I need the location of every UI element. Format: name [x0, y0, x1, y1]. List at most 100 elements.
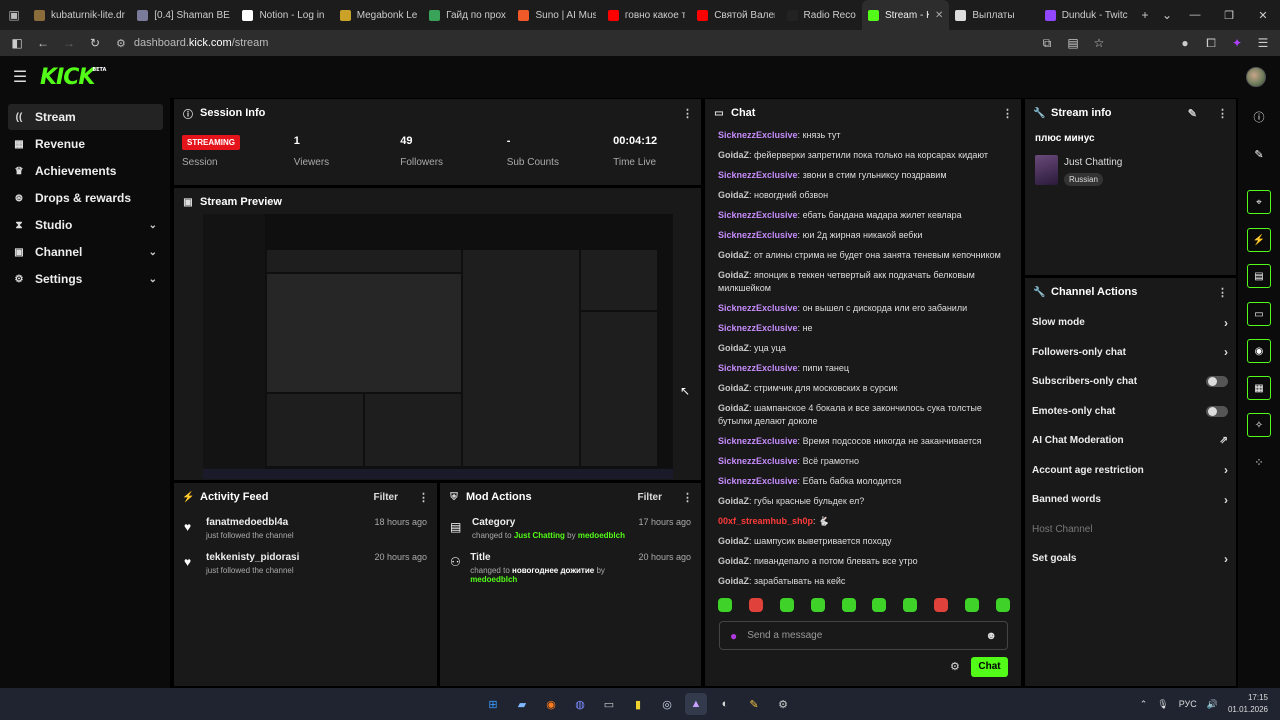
sidebar-item-achievements[interactable]: ♛ Achievements — [8, 158, 163, 184]
kick-logo[interactable]: KICK BETA — [40, 65, 106, 90]
filter-button[interactable]: Filter — [374, 492, 398, 503]
chat-username[interactable]: 00xf_streamhub_sh0p — [718, 516, 813, 526]
discord-icon[interactable]: ◍ — [569, 693, 591, 715]
apps-icon[interactable]: ⁘ — [1247, 450, 1271, 474]
emote-icon[interactable] — [934, 598, 949, 612]
browser-tab[interactable]: Radio Record — [781, 0, 862, 30]
follower-name[interactable]: fanatmedoedbl4a — [206, 517, 294, 528]
edit-pencil-icon[interactable]: ✎ — [1188, 107, 1197, 120]
vpn-icon[interactable]: ● — [1174, 36, 1196, 51]
toggle-switch[interactable] — [1206, 405, 1228, 417]
input-language[interactable]: РУС — [1179, 699, 1197, 709]
chat-username[interactable]: GoidaZ — [718, 576, 749, 586]
screenshot-icon[interactable]: ⧉ — [1036, 36, 1058, 51]
emote-icon[interactable] — [718, 598, 732, 612]
emote-icon[interactable] — [965, 598, 979, 612]
extensions-icon[interactable]: ⧠ — [1200, 36, 1222, 51]
chat-username[interactable]: SicknezzExclusive — [718, 230, 798, 240]
steam-icon[interactable]: ◎ — [656, 693, 678, 715]
notepad-icon[interactable]: ✎ — [743, 693, 765, 715]
emote-icon[interactable] — [748, 598, 763, 612]
browser-tab[interactable]: Stream - K ✕ — [861, 0, 950, 30]
chat-message-list[interactable]: SicknezzExclusive: князь тут GoidaZ: фейе… — [714, 126, 1014, 592]
browser-menu-icon[interactable]: ☰ — [1252, 36, 1274, 51]
chat-username[interactable]: SicknezzExclusive — [718, 456, 798, 466]
category-name[interactable]: Just Chatting — [1064, 157, 1122, 168]
chat-username[interactable]: GoidaZ — [718, 270, 749, 280]
reader-icon[interactable]: ▤ — [1062, 36, 1084, 51]
browser-tab[interactable]: Notion - Log in — [236, 0, 333, 30]
browser-tab[interactable]: Suno | AI Music — [512, 0, 601, 30]
chat-username[interactable]: GoidaZ — [718, 556, 749, 566]
back-button[interactable]: ← — [32, 32, 54, 54]
toggle-switch[interactable] — [1206, 376, 1228, 388]
chat-username[interactable]: GoidaZ — [718, 250, 749, 260]
emote-icon[interactable] — [841, 598, 856, 612]
more-options-icon[interactable]: ⋮ — [418, 491, 429, 504]
restore-button[interactable]: ❐ — [1212, 9, 1246, 22]
more-options-icon[interactable]: ⋮ — [1002, 107, 1013, 120]
obs-icon[interactable]: ◐ — [714, 693, 736, 715]
microphone-icon[interactable]: 🎙 — [1157, 699, 1168, 710]
channel-action-emotes-only-chat[interactable]: Emotes-only chat — [1025, 397, 1236, 427]
send-chat-button[interactable]: Chat — [971, 657, 1008, 677]
browser-tab[interactable]: Выплаты — [949, 0, 1038, 30]
scan-icon[interactable]: ⌖ — [1247, 190, 1271, 214]
follower-name[interactable]: tekkenisty_pidorasi — [206, 552, 299, 563]
browser-tab[interactable]: говно какое то н — [602, 0, 691, 30]
chat-username[interactable]: GoidaZ — [718, 403, 749, 413]
browser-tab[interactable]: Megabonk Leade — [334, 0, 423, 30]
channel-action-ai-chat-moderation[interactable]: AI Chat Moderation ⇗ — [1025, 426, 1236, 456]
new-tab-button[interactable]: + — [1134, 0, 1156, 30]
site-info-icon[interactable]: ⚙ — [116, 37, 126, 50]
chat-icon[interactable]: ▭ — [1247, 302, 1271, 326]
more-options-icon[interactable]: ⋮ — [682, 107, 693, 120]
bolt-icon[interactable]: ⚡ — [1247, 228, 1271, 252]
start-windows-icon[interactable]: ⊞ — [482, 693, 504, 715]
firefox-icon[interactable]: ◉ — [540, 693, 562, 715]
chat-username[interactable]: GoidaZ — [718, 190, 749, 200]
more-options-icon[interactable]: ⋮ — [1217, 107, 1228, 120]
browser-active-icon[interactable]: ▲ — [685, 693, 707, 715]
sidebar-item-studio[interactable]: ⧗ Studio ⌄ — [8, 212, 163, 238]
channel-action-slow-mode[interactable]: Slow mode › — [1025, 308, 1236, 338]
close-tab-icon[interactable]: ✕ — [935, 10, 943, 21]
chat-username[interactable]: SicknezzExclusive — [718, 210, 798, 220]
wrench-icon[interactable]: ✧ — [1247, 413, 1271, 437]
layout-icon[interactable]: ▦ — [1247, 376, 1271, 400]
more-options-icon[interactable]: ⋮ — [682, 491, 693, 504]
edit-icon[interactable]: ✎ — [1247, 142, 1271, 166]
chat-username[interactable]: SicknezzExclusive — [718, 303, 798, 313]
speaker-icon[interactable]: 🔊 — [1207, 699, 1218, 710]
browser-tab[interactable]: [0.4] Shaman BEA — [131, 0, 236, 30]
emote-icon[interactable] — [779, 598, 794, 612]
info-icon[interactable]: ⓘ — [1247, 105, 1271, 129]
browser-tab[interactable]: Гайд по прохож — [423, 0, 512, 30]
filter-button[interactable]: Filter — [638, 492, 662, 503]
chat-settings-gear-icon[interactable]: ⚙ — [950, 660, 960, 673]
reload-button[interactable]: ↻ — [84, 32, 106, 54]
channel-action-banned-words[interactable]: Banned words › — [1025, 485, 1236, 515]
close-window-button[interactable]: ✕ — [1246, 9, 1280, 22]
channel-action-account-age-restriction[interactable]: Account age restriction › — [1025, 456, 1236, 486]
chat-username[interactable]: GoidaZ — [718, 383, 749, 393]
sidebar-toggle-icon[interactable]: ◧ — [6, 32, 28, 54]
stream-preview-video[interactable] — [203, 214, 673, 479]
chat-username[interactable]: SicknezzExclusive — [718, 476, 798, 486]
minimize-button[interactable]: — — [1178, 9, 1212, 22]
chat-input[interactable]: ● Send a message ☻ — [719, 621, 1008, 650]
emote-icon[interactable] — [903, 598, 918, 612]
browser-tab[interactable]: kubaturnik-lite.dr — [28, 0, 131, 30]
sidebar-item-settings[interactable]: ⚙ Settings ⌄ — [8, 266, 163, 292]
tab-list-chevron-icon[interactable]: ⌄ — [1156, 0, 1178, 30]
broadcast-icon[interactable]: ◉ — [1247, 339, 1271, 363]
chat-username[interactable]: GoidaZ — [718, 536, 749, 546]
chat-username[interactable]: GoidaZ — [718, 496, 749, 506]
emote-icon[interactable] — [810, 598, 825, 612]
chat-username[interactable]: SicknezzExclusive — [718, 323, 798, 333]
more-options-icon[interactable]: ⋮ — [1217, 286, 1228, 299]
chat-username[interactable]: SicknezzExclusive — [718, 363, 798, 373]
sidebar-item-revenue[interactable]: ▦ Revenue — [8, 131, 163, 157]
user-avatar[interactable] — [1246, 67, 1266, 87]
clock[interactable]: 17:15 01.01.2026 — [1228, 692, 1268, 716]
